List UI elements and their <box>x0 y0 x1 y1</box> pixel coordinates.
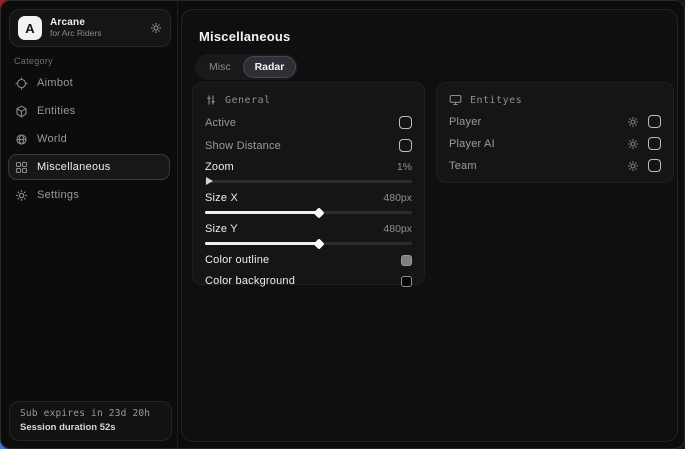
subscription-info-card: Sub expires in 23d 20h Session duration … <box>9 401 172 441</box>
sidebar-item-label: World <box>37 133 67 145</box>
size-y-slider-fill <box>205 242 319 245</box>
sidebar-item-miscellaneous[interactable]: Miscellaneous <box>8 154 170 180</box>
size-x-label: Size X <box>205 192 238 204</box>
entities-card-title: Entityes <box>470 95 522 106</box>
team-row: Team <box>449 159 661 172</box>
gear-icon[interactable] <box>627 138 639 150</box>
gear-icon[interactable] <box>150 22 162 34</box>
size-x-row: Size X 480px <box>205 192 412 204</box>
size-y-slider-thumb[interactable] <box>313 238 324 249</box>
player-ai-row: Player AI <box>449 137 661 150</box>
gear-icon[interactable] <box>627 116 639 128</box>
size-x-slider-thumb[interactable] <box>313 207 324 218</box>
size-x-slider[interactable] <box>205 211 412 214</box>
sidebar-item-entities[interactable]: Entities <box>8 98 170 124</box>
sidebar-item-label: Settings <box>37 189 79 201</box>
tab-radar[interactable]: Radar <box>243 56 297 78</box>
active-label: Active <box>205 117 236 129</box>
show-distance-label: Show Distance <box>205 140 281 152</box>
color-outline-label: Color outline <box>205 254 269 266</box>
size-y-row: Size Y 480px <box>205 223 412 235</box>
general-card-header: General <box>205 94 412 106</box>
sidebar-nav: Aimbot Entities <box>1 69 177 209</box>
zoom-slider[interactable] <box>205 180 412 183</box>
player-row: Player <box>449 115 661 128</box>
player-ai-checkbox[interactable] <box>648 137 661 150</box>
color-background-label: Color background <box>205 275 295 287</box>
sliders-icon <box>205 94 217 106</box>
show-distance-checkbox[interactable] <box>399 139 412 152</box>
session-duration-text: Session duration 52s <box>20 422 161 433</box>
team-label: Team <box>449 160 477 172</box>
sub-expires-text: Sub expires in 23d 20h <box>20 408 161 419</box>
general-card-title: General <box>225 95 271 106</box>
tab-bar: Misc Radar <box>195 54 298 80</box>
active-checkbox[interactable] <box>399 116 412 129</box>
avatar: A <box>18 16 42 40</box>
show-distance-row: Show Distance <box>205 139 412 152</box>
entities-card-header: Entityes <box>449 94 661 106</box>
cube-icon <box>15 105 28 118</box>
active-row: Active <box>205 116 412 129</box>
color-outline-row: Color outline <box>205 254 412 266</box>
sidebar-item-label: Aimbot <box>37 77 73 89</box>
gear-icon <box>15 189 28 202</box>
grid-icon <box>15 161 28 174</box>
player-checkbox[interactable] <box>648 115 661 128</box>
sidebar-item-settings[interactable]: Settings <box>8 182 170 208</box>
crosshair-icon <box>15 77 28 90</box>
main-panel: Miscellaneous Misc Radar General Active … <box>181 9 678 442</box>
zoom-row: Zoom 1% <box>205 161 412 173</box>
size-x-value: 480px <box>383 192 412 204</box>
general-card: General Active Show Distance Zoom 1% Siz… <box>192 82 425 285</box>
player-ai-label: Player AI <box>449 138 495 150</box>
tab-misc[interactable]: Misc <box>197 56 243 78</box>
color-outline-swatch[interactable] <box>401 255 412 266</box>
sidebar-item-label: Entities <box>37 105 75 117</box>
sidebar-item-world[interactable]: World <box>8 126 170 152</box>
globe-icon <box>15 133 28 146</box>
category-label: Category <box>14 56 53 66</box>
page-title: Miscellaneous <box>199 29 290 44</box>
color-background-swatch[interactable] <box>401 276 412 287</box>
size-x-slider-fill <box>205 211 319 214</box>
team-checkbox[interactable] <box>648 159 661 172</box>
app-header-card[interactable]: A Arcane for Arc Riders <box>9 9 171 47</box>
player-label: Player <box>449 116 481 128</box>
zoom-value: 1% <box>397 161 412 173</box>
size-y-label: Size Y <box>205 223 238 235</box>
sidebar-item-aimbot[interactable]: Aimbot <box>8 70 170 96</box>
zoom-label: Zoom <box>205 161 234 173</box>
sidebar: A Arcane for Arc Riders Category <box>1 1 178 448</box>
entities-card: Entityes Player Player AI <box>436 82 674 183</box>
app-window: A Arcane for Arc Riders Category <box>0 0 685 449</box>
app-subtitle: for Arc Riders <box>50 29 142 39</box>
sidebar-item-label: Miscellaneous <box>37 161 111 173</box>
gear-icon[interactable] <box>627 160 639 172</box>
size-y-value: 480px <box>383 223 412 235</box>
zoom-slider-thumb[interactable] <box>206 177 213 185</box>
color-background-row: Color background <box>205 275 412 287</box>
size-y-slider[interactable] <box>205 242 412 245</box>
monitor-icon <box>449 94 462 106</box>
app-identity: Arcane for Arc Riders <box>50 17 142 38</box>
